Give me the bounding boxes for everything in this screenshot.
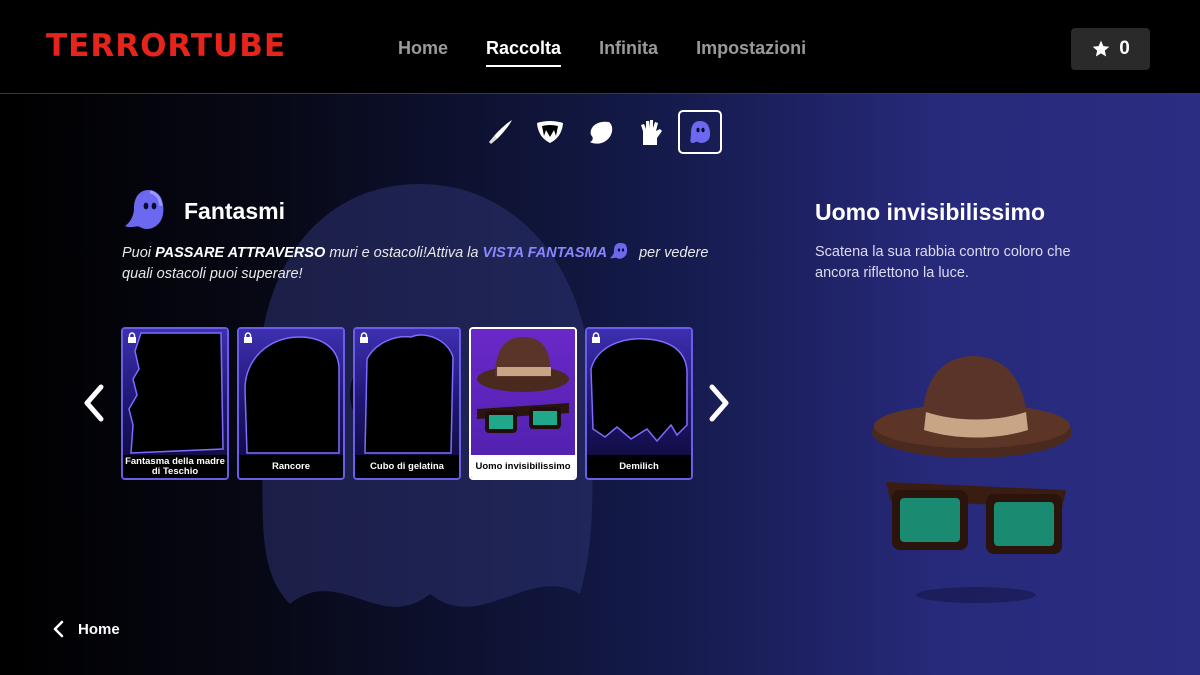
desc-bold: PASSARE ATTRAVERSO xyxy=(155,245,326,261)
card-rancore[interactable]: Rancore xyxy=(237,327,345,480)
card-fantasma-madre[interactable]: Fantasma della madre di Teschio xyxy=(121,327,229,480)
silhouette-icon xyxy=(128,332,224,454)
chevron-left-icon xyxy=(53,620,64,638)
category-tabs xyxy=(478,110,722,154)
back-home-button[interactable]: Home xyxy=(52,620,120,638)
card-label: Rancore xyxy=(239,455,343,478)
tab-knife[interactable] xyxy=(478,110,522,154)
nav-infinita[interactable]: Infinita xyxy=(599,38,658,67)
tab-fangs[interactable] xyxy=(528,110,572,154)
tab-blob[interactable] xyxy=(578,110,622,154)
blob-icon xyxy=(590,121,613,144)
section-title: Fantasmi xyxy=(184,198,285,224)
card-carousel: Fantasma della madre di Teschio Rancore … xyxy=(121,327,693,480)
tab-zombie-hand[interactable] xyxy=(628,110,672,154)
card-demilich[interactable]: Demilich xyxy=(585,327,693,480)
hat-glasses-icon xyxy=(477,337,569,433)
item-description: Scatena la sua rabbia contro coloro che … xyxy=(815,244,1071,281)
card-uomo-invisibilissimo[interactable]: Uomo invisibilissimo xyxy=(469,327,577,480)
top-header: TERRORTUBE Home Raccolta Infinita Impost… xyxy=(0,0,1200,94)
lock-icon xyxy=(360,332,368,343)
silhouette-icon xyxy=(244,336,340,454)
tab-ghost[interactable] xyxy=(678,110,722,154)
desc-mid: muri e ostacoli!Attiva la xyxy=(325,245,483,261)
carousel-next-button[interactable] xyxy=(704,383,734,423)
item-title: Uomo invisibilissimo xyxy=(815,199,1046,225)
back-label: Home xyxy=(78,620,120,638)
nav-raccolta[interactable]: Raccolta xyxy=(486,38,562,67)
ghost-icon xyxy=(690,121,711,143)
app-logo: TERRORTUBE xyxy=(46,28,287,64)
section-ghost-icon xyxy=(125,190,164,230)
lock-icon xyxy=(592,332,600,343)
fangs-icon xyxy=(537,121,563,143)
card-art xyxy=(123,329,227,455)
zombie-hand-icon xyxy=(641,120,662,145)
section-description: Puoi PASSARE ATTRAVERSO muri e ostacoli!… xyxy=(122,242,722,285)
desc-prefix: Puoi xyxy=(122,245,156,261)
lock-icon xyxy=(128,332,136,343)
card-label: Cubo di gelatina xyxy=(355,455,459,478)
card-label: Fantasma della madre di Teschio xyxy=(123,455,227,478)
score-badge[interactable]: 0 xyxy=(1071,28,1150,70)
desc-vista: VISTA FANTASMA xyxy=(482,245,608,261)
score-value: 0 xyxy=(1119,38,1130,59)
card-art xyxy=(471,329,575,455)
nav-impostazioni[interactable]: Impostazioni xyxy=(696,38,806,67)
card-label: Uomo invisibilissimo xyxy=(471,455,575,478)
vista-ghost-icon xyxy=(610,243,628,259)
main-nav: Home Raccolta Infinita Impostazioni xyxy=(398,38,806,67)
item-preview-icon xyxy=(872,356,1072,603)
nav-home[interactable]: Home xyxy=(398,38,448,67)
carousel-prev-button[interactable] xyxy=(79,383,109,423)
card-cubo-gelatina[interactable]: Cubo di gelatina xyxy=(353,327,461,480)
card-art xyxy=(587,329,691,455)
card-label: Demilich xyxy=(587,455,691,478)
lock-icon xyxy=(244,332,252,343)
star-icon xyxy=(1092,40,1110,57)
knife-icon xyxy=(489,120,512,144)
card-art xyxy=(355,329,459,455)
silhouette-icon xyxy=(364,334,454,454)
card-art xyxy=(239,329,343,455)
silhouette-icon xyxy=(590,338,688,443)
